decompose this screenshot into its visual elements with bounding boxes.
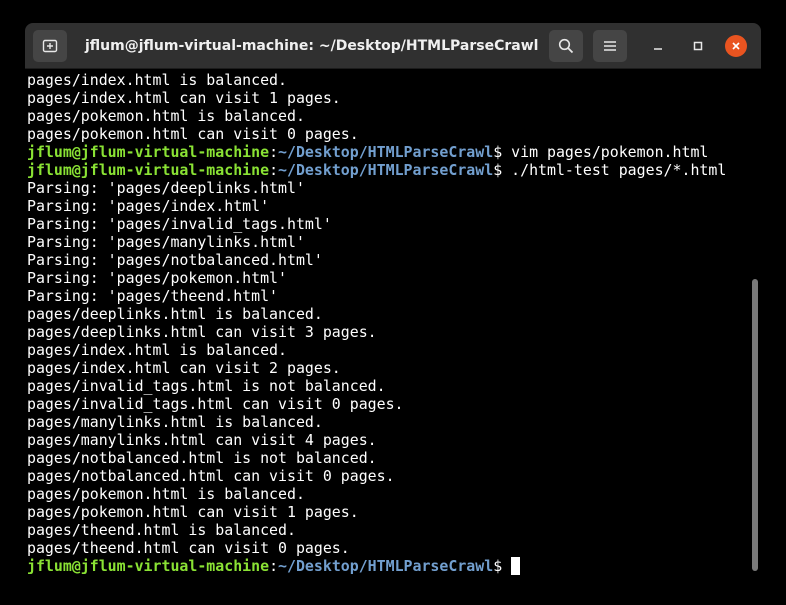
new-tab-icon bbox=[42, 39, 58, 53]
terminal-window: jflum@jflum-virtual-machine: ~/Desktop/H… bbox=[25, 23, 761, 576]
hamburger-menu-icon bbox=[604, 41, 616, 51]
title-bar: jflum@jflum-virtual-machine: ~/Desktop/H… bbox=[25, 23, 761, 69]
close-icon bbox=[732, 42, 740, 50]
scrollbar-thumb[interactable] bbox=[752, 279, 758, 571]
output-line: pages/invalid_tags.html can visit 0 page… bbox=[27, 395, 404, 413]
output-line: Parsing: 'pages/deeplinks.html' bbox=[27, 179, 305, 197]
prompt-path: ~/Desktop/HTMLParseCrawl bbox=[278, 161, 494, 179]
prompt-line: jflum@jflum-virtual-machine:~/Desktop/HT… bbox=[27, 161, 749, 179]
output-line: pages/index.html is balanced. bbox=[27, 341, 287, 359]
prompt-user: jflum@jflum-virtual-machine bbox=[27, 143, 270, 161]
output-line: Parsing: 'pages/pokemon.html' bbox=[27, 269, 287, 287]
output-line: pages/pokemon.html can visit 1 pages. bbox=[27, 503, 359, 521]
output-line: pages/theend.html is balanced. bbox=[27, 521, 296, 539]
prompt-user: jflum@jflum-virtual-machine bbox=[27, 161, 270, 179]
command-text: vim pages/pokemon.html bbox=[511, 143, 709, 161]
output-line: Parsing: 'pages/index.html' bbox=[27, 197, 270, 215]
output-line: Parsing: 'pages/manylinks.html' bbox=[27, 233, 305, 251]
maximize-button[interactable] bbox=[687, 35, 709, 57]
prompt-separator: : bbox=[269, 161, 279, 179]
output-line: pages/theend.html can visit 0 pages. bbox=[27, 539, 350, 557]
scrollbar[interactable] bbox=[749, 69, 761, 576]
output-line: pages/pokemon.html is balanced. bbox=[27, 107, 305, 125]
output-line: pages/manylinks.html is balanced. bbox=[27, 413, 323, 431]
output-line: pages/manylinks.html can visit 4 pages. bbox=[27, 431, 377, 449]
terminal-output[interactable]: pages/index.html is balanced. pages/index… bbox=[25, 69, 749, 576]
prompt-separator: : bbox=[269, 557, 279, 575]
prompt-line: jflum@jflum-virtual-machine:~/Desktop/HT… bbox=[27, 143, 749, 161]
prompt-separator: : bbox=[269, 143, 279, 161]
window-title: jflum@jflum-virtual-machine: ~/Desktop/H… bbox=[85, 38, 539, 54]
prompt-line: jflum@jflum-virtual-machine:~/Desktop/HT… bbox=[27, 557, 749, 575]
text-cursor bbox=[511, 557, 521, 575]
output-line: pages/deeplinks.html can visit 3 pages. bbox=[27, 323, 377, 341]
minimize-icon bbox=[654, 48, 662, 50]
prompt-symbol: $ bbox=[493, 143, 512, 161]
new-tab-button[interactable] bbox=[33, 30, 67, 62]
output-line: Parsing: 'pages/notbalanced.html' bbox=[27, 251, 323, 269]
output-line: pages/deeplinks.html is balanced. bbox=[27, 305, 323, 323]
output-line: Parsing: 'pages/theend.html' bbox=[27, 287, 279, 305]
prompt-symbol: $ bbox=[493, 557, 512, 575]
output-line: pages/index.html can visit 2 pages. bbox=[27, 359, 341, 377]
prompt-user: jflum@jflum-virtual-machine bbox=[27, 557, 270, 575]
output-line: pages/notbalanced.html is not balanced. bbox=[27, 449, 377, 467]
output-line: Parsing: 'pages/invalid_tags.html' bbox=[27, 215, 332, 233]
close-button[interactable] bbox=[725, 35, 747, 57]
search-icon bbox=[558, 38, 574, 54]
output-line: pages/index.html can visit 1 pages. bbox=[27, 89, 341, 107]
output-line: pages/index.html is balanced. bbox=[27, 71, 287, 89]
output-line: pages/pokemon.html is balanced. bbox=[27, 485, 305, 503]
output-line: pages/invalid_tags.html is not balanced. bbox=[27, 377, 386, 395]
menu-button[interactable] bbox=[593, 30, 627, 62]
search-button[interactable] bbox=[549, 30, 583, 62]
output-line: pages/notbalanced.html can visit 0 pages… bbox=[27, 467, 395, 485]
prompt-path: ~/Desktop/HTMLParseCrawl bbox=[278, 143, 494, 161]
command-text: ./html-test pages/*.html bbox=[511, 161, 727, 179]
maximize-icon bbox=[693, 41, 703, 51]
output-line: pages/pokemon.html can visit 0 pages. bbox=[27, 125, 359, 143]
prompt-symbol: $ bbox=[493, 161, 512, 179]
prompt-path: ~/Desktop/HTMLParseCrawl bbox=[278, 557, 494, 575]
minimize-button[interactable] bbox=[647, 35, 669, 57]
